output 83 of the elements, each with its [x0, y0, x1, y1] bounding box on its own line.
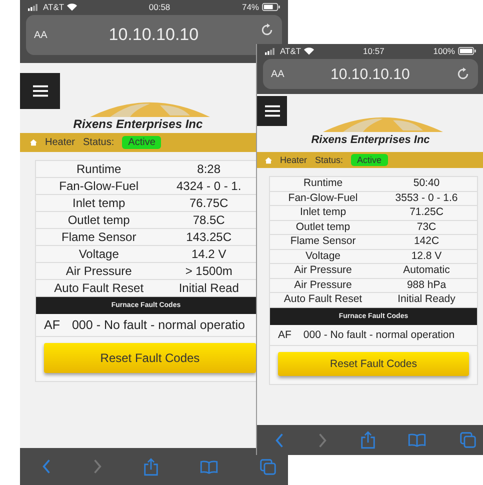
menu-icon — [264, 105, 280, 117]
url-text: 10.10.10.10 — [330, 66, 411, 82]
company-logo-text: Rixens Enterprises Inc — [311, 134, 430, 148]
signal-icon — [265, 48, 277, 54]
reading-value: 8:28 — [196, 161, 222, 177]
heater-label: Heater — [45, 137, 76, 148]
tabs-icon[interactable] — [260, 458, 276, 474]
reload-icon[interactable] — [260, 23, 274, 37]
status-badge: Active — [122, 136, 162, 149]
url-text: 10.10.10.10 — [108, 25, 200, 45]
fault-description: 000 - No fault - normal operation — [303, 328, 455, 340]
share-icon[interactable] — [144, 458, 158, 476]
reading-label: Auto Fault Reset — [282, 293, 364, 306]
reading-label: Outlet temp — [294, 220, 352, 234]
reading-value: Initial Read — [178, 280, 240, 296]
reading-label: Air Pressure — [293, 264, 353, 278]
text-size-button[interactable]: AA — [34, 30, 48, 40]
forward-icon[interactable] — [93, 459, 102, 474]
reading-label: Fan-Glow-Fuel — [58, 178, 140, 194]
reading-value: Initial Ready — [396, 293, 456, 306]
reload-icon[interactable] — [456, 67, 470, 81]
reading-value: 4324 - 0 - 1. — [175, 178, 242, 194]
menu-button[interactable] — [20, 73, 60, 109]
reading-value: 3553 - 0 - 1.6 — [394, 192, 459, 205]
battery-icon — [458, 47, 476, 55]
reading-label: Air Pressure — [293, 278, 353, 292]
share-icon[interactable] — [360, 431, 374, 449]
book-icon[interactable] — [408, 433, 426, 447]
reading-value: 76.75C — [188, 195, 230, 211]
reading-label: Flame Sensor — [60, 229, 138, 245]
reset-fault-codes-button[interactable]: Reset Fault Codes — [44, 343, 256, 373]
reading-label: Fan-Glow-Fuel — [287, 192, 359, 205]
reading-value: 142C — [412, 235, 440, 248]
tabs-icon[interactable] — [460, 432, 476, 448]
fault-description: 000 - No fault - normal operatio — [72, 318, 245, 332]
clock-time: 10:57 — [363, 46, 384, 56]
home-icon — [265, 156, 272, 164]
forward-icon[interactable] — [318, 432, 327, 448]
reading-value: 71.25C — [408, 206, 444, 220]
company-logo-text: Rixens Enterprises Inc — [73, 117, 203, 133]
clock-time: 00:58 — [148, 2, 170, 12]
battery-icon — [262, 3, 280, 11]
battery-percent: 74% — [242, 2, 259, 12]
book-icon[interactable] — [200, 460, 218, 474]
reading-value: Automatic — [402, 264, 451, 278]
battery-percent: 100% — [433, 46, 455, 56]
carrier-label: AT&T — [43, 2, 64, 12]
address-bar[interactable]: AA 10.10.10.10 — [263, 59, 478, 89]
wifi-icon — [67, 3, 78, 11]
reading-value: 12.8 V — [410, 250, 443, 263]
reading-value: 143.25C — [185, 229, 233, 245]
reading-value: 78.5C — [192, 212, 226, 228]
reading-label: Air Pressure — [64, 263, 133, 279]
reading-value: 14.2 V — [190, 246, 228, 262]
home-icon — [30, 139, 37, 146]
reading-label: Runtime — [302, 177, 344, 190]
status-label: Status: — [315, 155, 344, 165]
status-label: Status: — [83, 137, 114, 148]
reading-value: 50:40 — [412, 177, 441, 190]
status-badge: Active — [351, 154, 388, 166]
reading-label: Voltage — [78, 246, 120, 262]
signal-icon — [28, 4, 40, 10]
reading-label: Inlet temp — [72, 195, 126, 211]
reading-value: 988 hPa — [406, 278, 448, 292]
reading-label: Runtime — [76, 161, 122, 177]
reading-value: 73C — [416, 220, 438, 234]
reading-value: > 1500m — [184, 263, 234, 279]
menu-icon — [32, 85, 48, 97]
menu-button[interactable] — [257, 96, 287, 126]
fault-code: AF — [44, 318, 60, 332]
reading-label: Auto Fault Reset — [53, 280, 145, 296]
reset-fault-codes-button[interactable]: Reset Fault Codes — [278, 352, 469, 376]
reading-label: Voltage — [304, 250, 342, 263]
fault-code: AF — [278, 328, 292, 340]
reading-label: Flame Sensor — [289, 235, 357, 248]
text-size-button[interactable]: AA — [271, 68, 284, 80]
heater-label: Heater — [280, 155, 308, 165]
back-icon[interactable] — [275, 432, 284, 448]
carrier-label: AT&T — [280, 46, 302, 56]
reading-label: Outlet temp — [66, 212, 131, 228]
wifi-icon — [304, 47, 314, 55]
back-icon[interactable] — [42, 459, 51, 474]
reading-label: Inlet temp — [298, 206, 348, 220]
